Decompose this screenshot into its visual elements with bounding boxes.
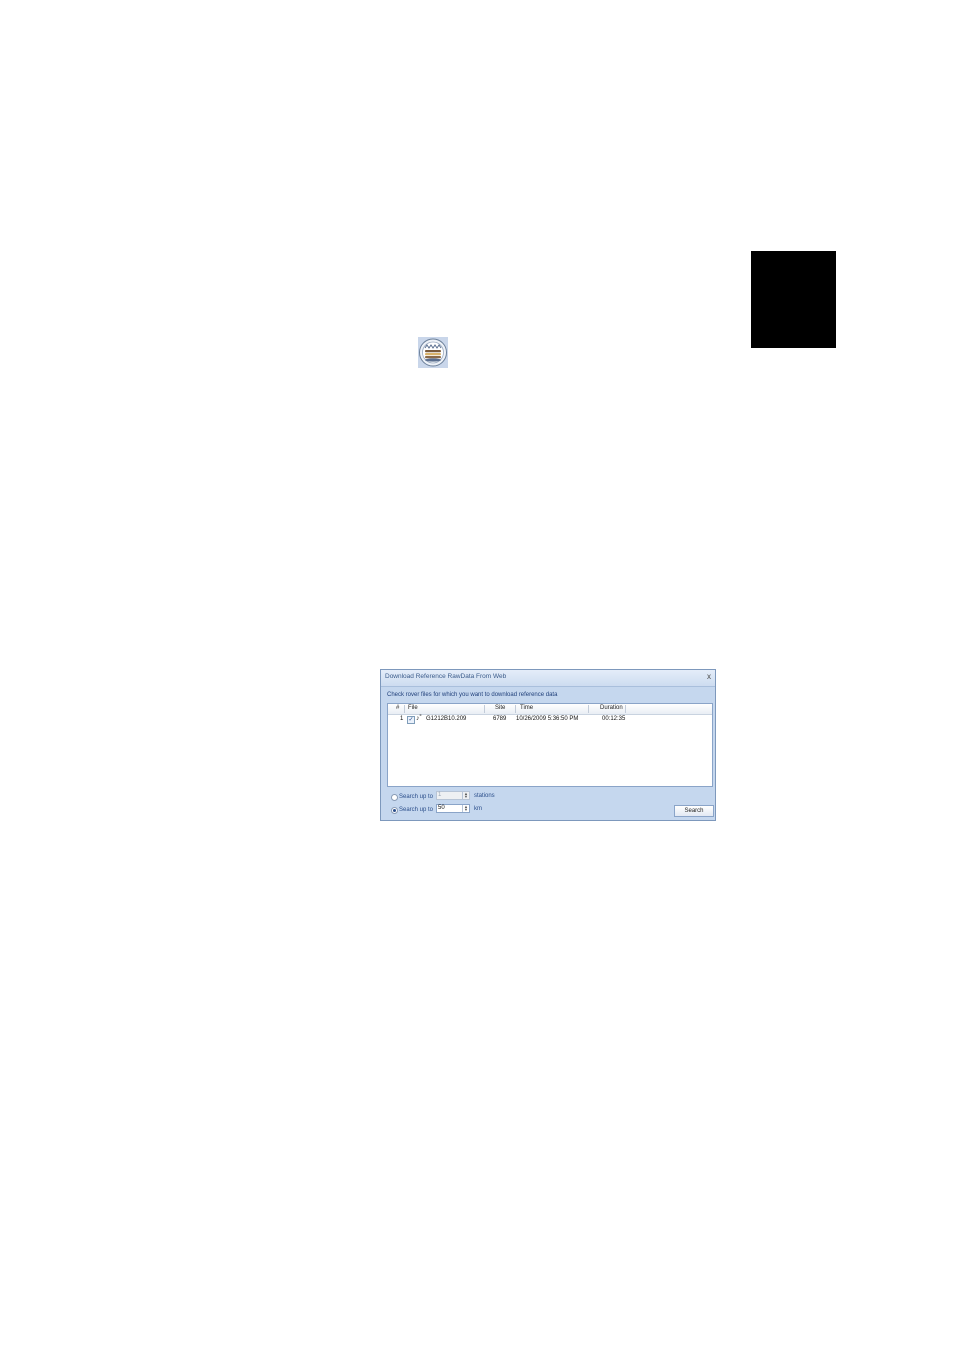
stations-unit: stations xyxy=(474,793,495,799)
row-number: 1 xyxy=(400,716,404,722)
row-file: G1212B10.209 xyxy=(426,716,467,722)
close-button[interactable]: x xyxy=(707,672,711,681)
stepper-arrows-icon: ▲ ▼ xyxy=(462,805,469,812)
list-header: # File Site Time Duration xyxy=(388,704,712,715)
column-header-file[interactable]: File xyxy=(408,705,418,711)
km-radio[interactable] xyxy=(391,807,398,814)
gps-file-icon: ♪˚ xyxy=(416,715,422,722)
column-divider xyxy=(484,705,485,713)
stepper-arrows-icon: ▲ ▼ xyxy=(462,792,469,799)
instruction-text: Check rover files for which you want to … xyxy=(387,692,558,698)
column-divider xyxy=(625,705,626,713)
rover-files-list[interactable]: # File Site Time Duration 1 ✓ ♪˚ G1212B1… xyxy=(387,703,713,787)
km-value: 50 xyxy=(438,805,445,811)
column-divider xyxy=(404,705,405,713)
km-stepper[interactable]: 50 ▲ ▼ xyxy=(436,804,470,813)
app-logo-icon xyxy=(418,337,448,368)
column-header-number[interactable]: # xyxy=(396,705,399,711)
stations-radio[interactable] xyxy=(391,794,398,801)
row-site: 6789 xyxy=(493,716,507,722)
column-divider xyxy=(588,705,589,713)
column-header-time[interactable]: Time xyxy=(520,705,533,711)
dialog-title: Download Reference RawData From Web xyxy=(385,673,507,680)
stations-option-label: Search up to xyxy=(399,794,434,800)
row-time: 10/26/2009 5:36:50 PM xyxy=(516,716,579,722)
stations-value: 1 xyxy=(438,792,442,798)
chapter-tab xyxy=(751,251,836,348)
column-header-site[interactable]: Site xyxy=(495,705,505,711)
row-duration: 00:12:35 xyxy=(602,716,626,722)
column-header-duration[interactable]: Duration xyxy=(600,705,623,711)
row-checkbox[interactable]: ✓ xyxy=(407,716,415,724)
dialog-titlebar: Download Reference RawData From Web x xyxy=(381,670,715,687)
download-reference-dialog: Download Reference RawData From Web x Ch… xyxy=(380,669,716,821)
table-row[interactable]: 1 ✓ ♪˚ G1212B10.209 6789 10/26/2009 5:36… xyxy=(388,715,712,725)
search-button[interactable]: Search xyxy=(674,805,714,817)
km-option-label: Search up to xyxy=(399,807,434,813)
stations-stepper[interactable]: 1 ▲ ▼ xyxy=(436,791,470,800)
column-divider xyxy=(515,705,516,713)
km-unit: km xyxy=(474,806,482,812)
